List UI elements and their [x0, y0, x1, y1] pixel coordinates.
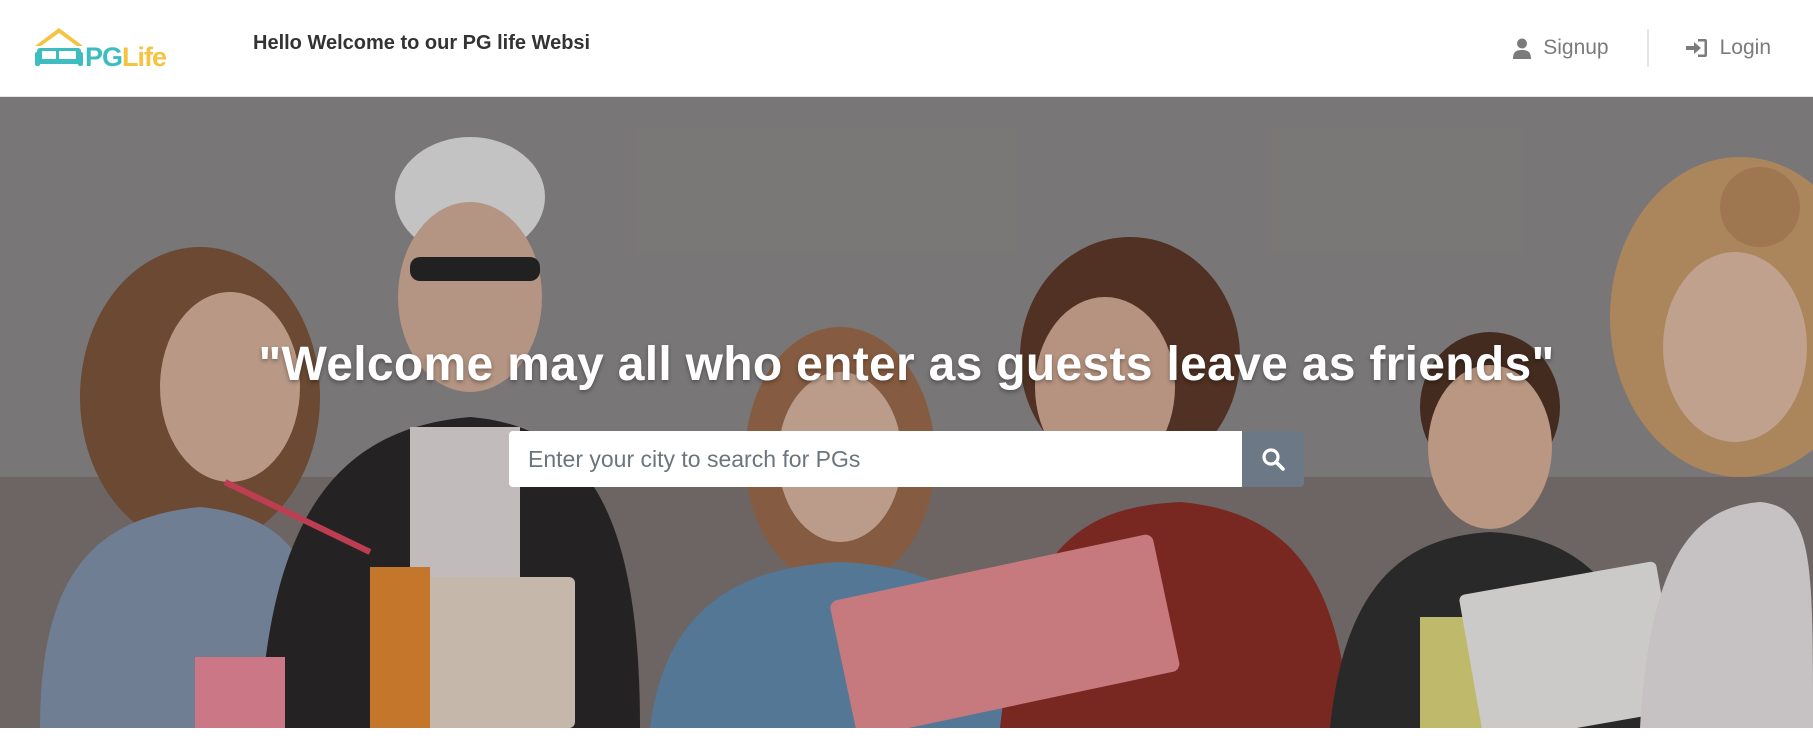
- search-button[interactable]: [1242, 431, 1304, 487]
- signup-link[interactable]: Signup: [1507, 36, 1614, 60]
- hero-banner: "Welcome may all who enter as guests lea…: [0, 97, 1813, 728]
- sign-in-icon: [1685, 39, 1707, 57]
- logo-pg-text: PG: [85, 42, 123, 72]
- hero-quote: "Welcome may all who enter as guests lea…: [258, 338, 1555, 391]
- nav-divider: [1646, 29, 1649, 67]
- welcome-marquee: Hello Welcome to our PG life Websi: [253, 32, 591, 54]
- city-search-form: [509, 431, 1304, 487]
- house-sofa-icon: [35, 28, 83, 66]
- navbar: PGLife Hello Welcome to our PG life Webs…: [0, 0, 1813, 97]
- logo-life-text: Life: [122, 42, 167, 72]
- hero-overlay: [0, 97, 1813, 728]
- signup-label: Signup: [1543, 36, 1609, 59]
- search-icon: [1262, 448, 1285, 471]
- city-search-input[interactable]: [509, 431, 1242, 487]
- nav-actions: Signup Login: [1507, 28, 1777, 68]
- user-icon: [1513, 38, 1532, 59]
- logo-wordmark: PGLife: [85, 42, 167, 72]
- login-label: Login: [1719, 36, 1771, 59]
- pg-life-logo[interactable]: PGLife: [33, 26, 183, 74]
- login-link[interactable]: Login: [1680, 36, 1777, 60]
